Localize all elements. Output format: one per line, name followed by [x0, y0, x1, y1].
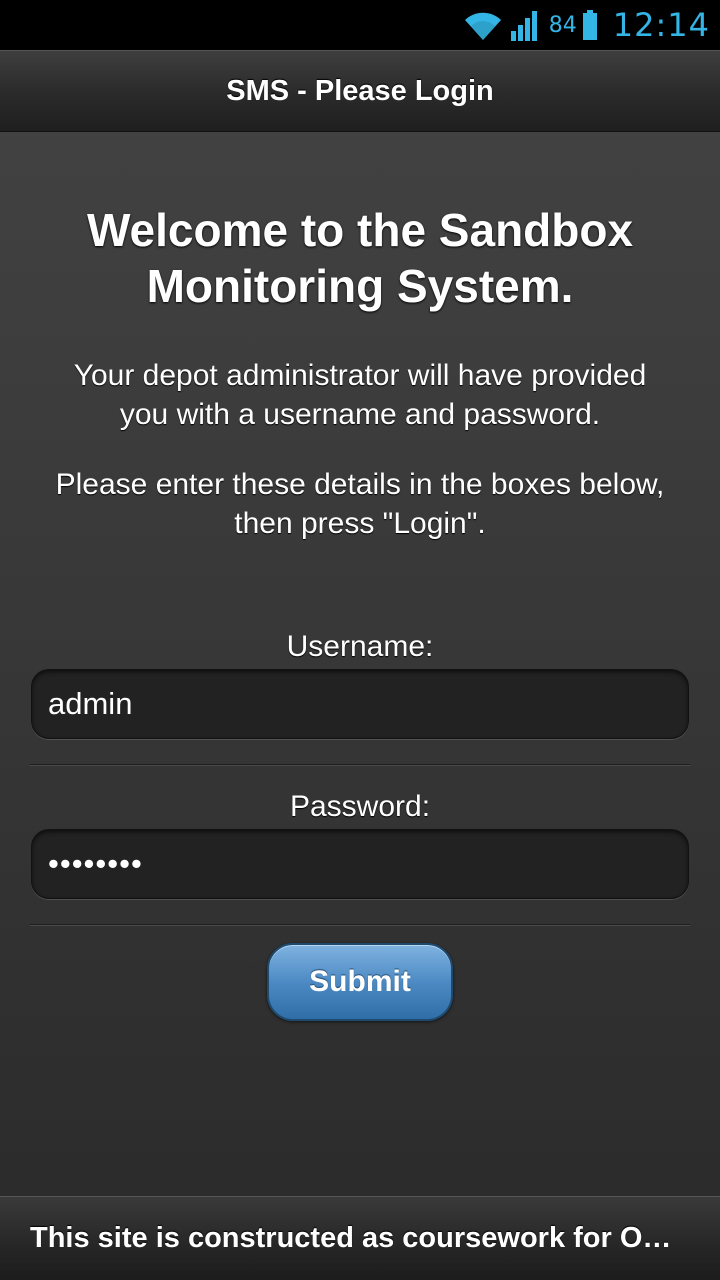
status-icons: 84 12:14	[463, 0, 710, 50]
app-header: SMS - Please Login	[0, 50, 720, 132]
page-title: SMS - Please Login	[226, 74, 494, 107]
intro-line-2: you with a username and password.	[119, 398, 601, 431]
battery-icon	[582, 10, 597, 40]
footer-text: This site is constructed as coursework f…	[30, 1222, 672, 1254]
signal-icon	[509, 9, 539, 41]
instruction-line-1: Please enter these details in the boxes …	[55, 468, 665, 501]
username-divider	[30, 764, 690, 766]
password-field[interactable]: ••••••••	[31, 829, 689, 899]
footer: This site is constructed as coursework f…	[0, 1196, 720, 1280]
battery-percent: 84	[548, 12, 577, 38]
username-field[interactable]: admin	[31, 669, 689, 739]
password-divider	[30, 924, 690, 926]
wifi-icon	[463, 8, 503, 42]
main-content: Welcome to the Sandbox Monitoring System…	[0, 132, 720, 543]
welcome-line-2: Monitoring System.	[146, 260, 574, 312]
intro-line-1: Your depot administrator will have provi…	[73, 359, 647, 392]
instruction-text: Please enter these details in the boxes …	[24, 465, 696, 543]
intro-text: Your depot administrator will have provi…	[24, 356, 696, 434]
clock: 12:14	[612, 6, 710, 44]
submit-button[interactable]: Submit	[267, 943, 453, 1021]
welcome-heading: Welcome to the Sandbox Monitoring System…	[40, 202, 680, 314]
password-label: Password:	[289, 790, 431, 823]
login-screen: 84 12:14 SMS - Please Login Welcome to t…	[0, 0, 720, 1280]
instruction-line-2: then press "Login".	[234, 507, 486, 540]
welcome-line-1: Welcome to the Sandbox	[86, 204, 634, 256]
status-bar: 84 12:14	[0, 0, 720, 50]
username-label: Username:	[286, 630, 434, 663]
